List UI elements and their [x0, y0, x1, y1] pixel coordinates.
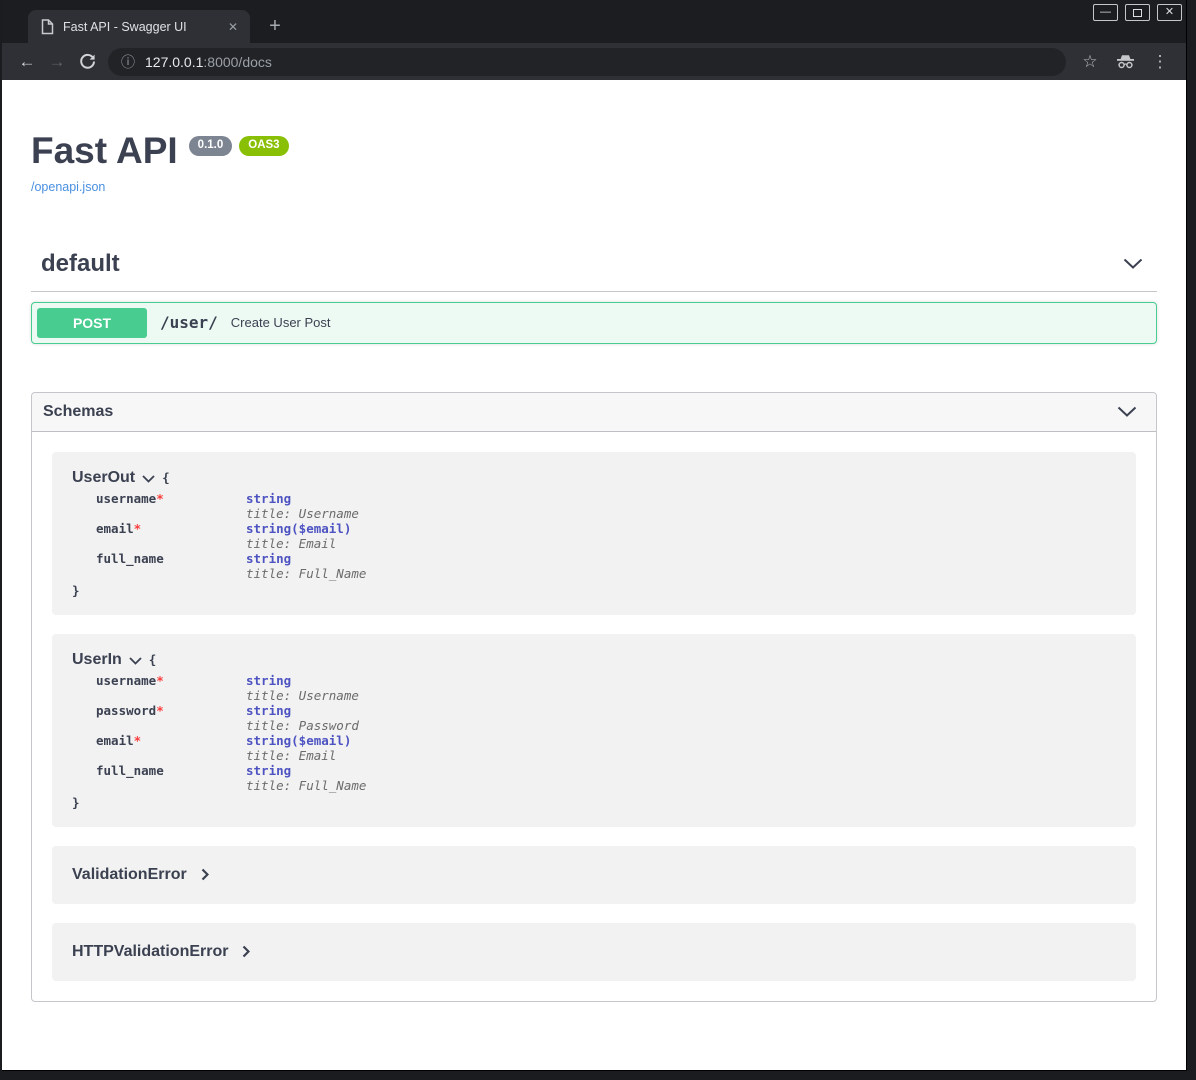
browser-window: Fast API - Swagger UI ✕ + — ✕ ← → ⓘ 127.… [2, 0, 1187, 1071]
opblock-post-user[interactable]: POST /user/ Create User Post [31, 302, 1157, 344]
property-title: title: Username [246, 506, 359, 521]
property-title: title: Full_Name [246, 778, 366, 793]
property-row: full_name stringtitle: Full_Name [96, 551, 1116, 581]
model-httpvalidationerror-name: HTTPValidationError [72, 943, 228, 961]
close-brace: } [72, 795, 1116, 810]
property-name: full_name [96, 551, 164, 566]
url-text: 127.0.0.1:8000/docs [145, 54, 272, 70]
swagger-ui-page: Fast API 0.1.0 OAS3 /openapi.json defaul… [2, 80, 1186, 1070]
property-type: string($email) [246, 733, 351, 748]
model-httpvalidationerror[interactable]: HTTPValidationError [52, 923, 1136, 981]
property-row: full_name stringtitle: Full_Name [96, 763, 1116, 793]
property-title: title: Email [246, 536, 336, 551]
close-brace: } [72, 583, 1116, 598]
model-userout-chevron-down-icon[interactable] [142, 475, 155, 483]
property-name: email [96, 733, 134, 748]
tag-name: default [41, 250, 120, 278]
model-userin-name: UserIn [72, 651, 122, 669]
property-title: title: Email [246, 748, 336, 763]
schemas-header[interactable]: Schemas [32, 393, 1156, 432]
operation-summary: Create User Post [231, 315, 331, 330]
required-star: * [134, 521, 142, 536]
property-type: string [246, 491, 291, 506]
required-star: * [134, 733, 142, 748]
schemas-collapse-chevron-down-icon[interactable] [1117, 406, 1137, 417]
property-type: string($email) [246, 521, 351, 536]
tab-title: Fast API - Swagger UI [63, 20, 226, 34]
property-name: password [96, 703, 156, 718]
property-title: title: Full_Name [246, 566, 366, 581]
tag-header[interactable]: default [31, 250, 1157, 292]
maximize-button[interactable] [1125, 4, 1150, 21]
property-name: email [96, 521, 134, 536]
model-validationerror-chevron-right-icon[interactable] [201, 868, 209, 881]
property-name: username [96, 673, 156, 688]
model-validationerror-name: ValidationError [72, 866, 187, 884]
schemas-body: UserOut { username* stringtitle: Usernam… [32, 432, 1156, 1001]
model-httpvalidationerror-chevron-right-icon[interactable] [242, 945, 250, 958]
tab-close-icon[interactable]: ✕ [226, 20, 240, 34]
back-icon[interactable]: ← [12, 52, 42, 72]
property-row: email* string($email)title: Email [96, 521, 1116, 551]
property-row: username* stringtitle: Username [96, 491, 1116, 521]
model-validationerror[interactable]: ValidationError [52, 846, 1136, 904]
site-info-icon[interactable]: ⓘ [121, 52, 135, 72]
minimize-button[interactable]: — [1093, 4, 1118, 21]
model-userout-name: UserOut [72, 469, 135, 487]
incognito-icon [1106, 54, 1144, 69]
url-path: :8000/docs [203, 54, 272, 70]
property-type: string [246, 763, 291, 778]
required-star: * [156, 491, 164, 506]
property-name: full_name [96, 763, 164, 778]
new-tab-button[interactable]: + [262, 13, 288, 39]
api-title: Fast API [31, 132, 178, 171]
browser-toolbar: ← → ⓘ 127.0.0.1:8000/docs ☆ ⋮ [2, 43, 1186, 80]
schemas-title: Schemas [43, 403, 113, 421]
operation-path: /user/ [160, 313, 218, 332]
forward-icon[interactable]: → [42, 52, 72, 72]
menu-kebab-icon[interactable]: ⋮ [1144, 52, 1176, 72]
page-favicon-icon [41, 19, 54, 35]
browser-tab[interactable]: Fast API - Swagger UI ✕ [28, 10, 250, 43]
address-bar[interactable]: ⓘ 127.0.0.1:8000/docs [108, 48, 1066, 76]
schemas-section: Schemas UserOut [31, 392, 1157, 1002]
model-userin-chevron-down-icon[interactable] [129, 657, 142, 665]
version-badge: 0.1.0 [189, 136, 233, 156]
model-userin: UserIn { username* stringtitle: Username [52, 634, 1136, 827]
window-controls: — ✕ [1093, 4, 1182, 21]
property-type: string [246, 673, 291, 688]
property-title: title: Username [246, 688, 359, 703]
http-method-badge: POST [37, 308, 147, 338]
openapi-spec-link[interactable]: /openapi.json [31, 180, 105, 194]
property-row: username* stringtitle: Username [96, 673, 1116, 703]
oas3-badge: OAS3 [239, 136, 288, 156]
window-titlebar: Fast API - Swagger UI ✕ + — ✕ [2, 0, 1186, 43]
model-userout: UserOut { username* stringtitle: Usernam… [52, 452, 1136, 615]
maximize-icon [1133, 9, 1142, 17]
open-brace: { [149, 652, 157, 667]
close-button[interactable]: ✕ [1157, 4, 1182, 21]
api-info-section: Fast API 0.1.0 OAS3 /openapi.json [31, 80, 1157, 194]
open-brace: { [162, 470, 170, 485]
property-name: username [96, 491, 156, 506]
property-type: string [246, 703, 291, 718]
required-star: * [156, 703, 164, 718]
bookmark-star-icon[interactable]: ☆ [1074, 52, 1106, 72]
property-type: string [246, 551, 291, 566]
url-host: 127.0.0.1 [145, 54, 203, 70]
property-title: title: Password [246, 718, 359, 733]
tag-section-default: default POST /user/ Create User Post [31, 250, 1157, 344]
property-row: password* stringtitle: Password [96, 703, 1116, 733]
required-star: * [156, 673, 164, 688]
property-row: email* string($email)title: Email [96, 733, 1116, 763]
tag-collapse-chevron-down-icon[interactable] [1123, 258, 1143, 269]
refresh-icon[interactable] [72, 53, 102, 70]
